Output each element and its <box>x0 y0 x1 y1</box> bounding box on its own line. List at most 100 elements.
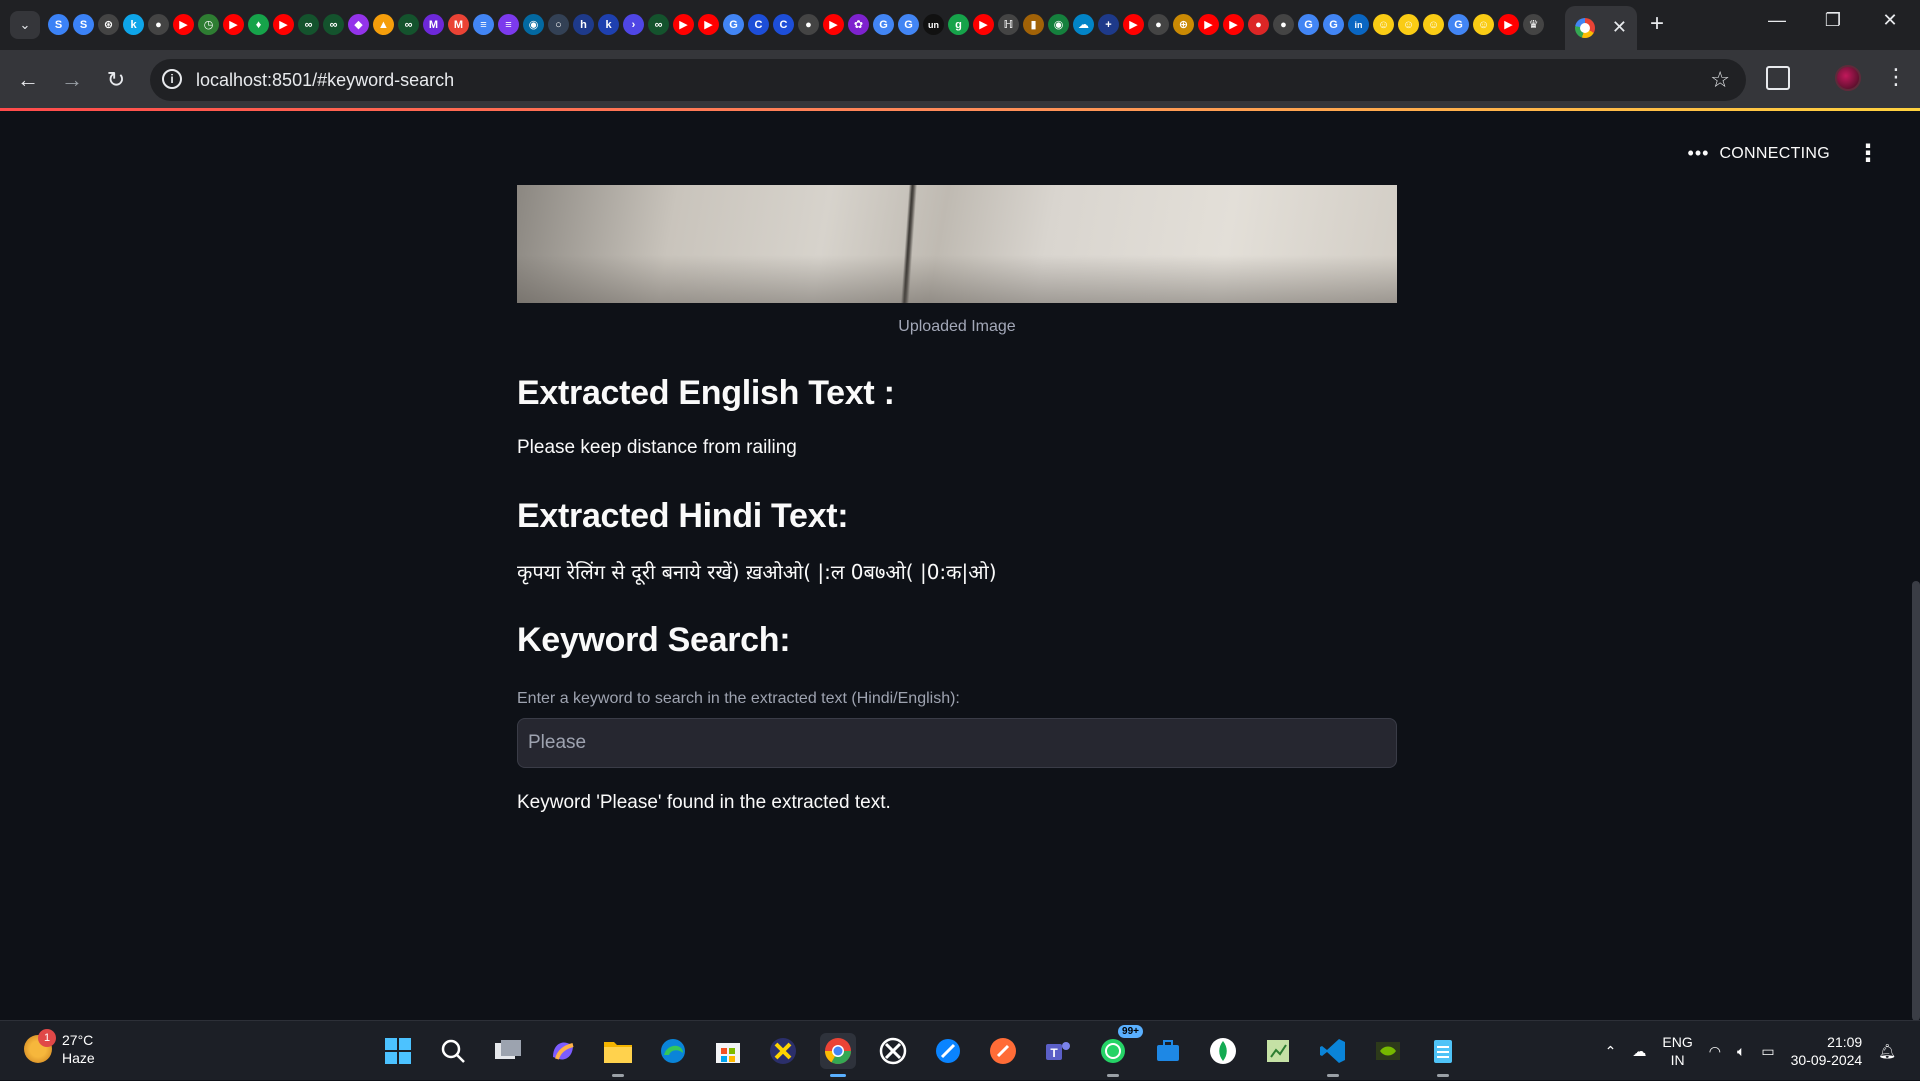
un-icon[interactable]: un <box>923 14 944 35</box>
restore-icon[interactable]: ❐ <box>1813 10 1853 31</box>
minimize-icon[interactable]: — <box>1757 10 1797 31</box>
purple-icon[interactable]: ◆ <box>348 14 369 35</box>
new-tab-button[interactable]: + <box>1650 12 1664 36</box>
task-view-icon[interactable] <box>490 1033 526 1069</box>
back-button[interactable]: ← <box>14 66 42 94</box>
youtube-icon[interactable]: ▶ <box>1498 14 1519 35</box>
windows-start-icon[interactable] <box>380 1033 416 1069</box>
app-menu-icon[interactable]: ⋮ <box>1856 139 1880 168</box>
microsoft-store-icon[interactable] <box>710 1033 746 1069</box>
battery-icon[interactable]: ▭ <box>1761 1043 1774 1060</box>
keyword-input[interactable] <box>517 718 1397 768</box>
github-icon[interactable]: ● <box>1273 14 1294 35</box>
input-language[interactable]: ENG IN <box>1662 1033 1692 1069</box>
safari-compass-icon[interactable] <box>930 1033 966 1069</box>
github-icon[interactable]: ● <box>1148 14 1169 35</box>
edge-icon[interactable] <box>655 1033 691 1069</box>
close-tab-icon[interactable]: ✕ <box>1612 16 1627 38</box>
active-tab[interactable]: ✕ <box>1565 6 1637 50</box>
google-icon[interactable]: G <box>723 14 744 35</box>
circle-icon[interactable]: ○ <box>548 14 569 35</box>
m-icon[interactable]: M <box>423 14 444 35</box>
weather-widget[interactable]: 1 27°C Haze <box>24 1029 95 1067</box>
hugging-face-icon[interactable]: ☺ <box>1473 14 1494 35</box>
xbox-icon[interactable] <box>875 1033 911 1069</box>
chart-icon[interactable]: ▮ <box>1023 14 1044 35</box>
k-icon[interactable]: k <box>123 14 144 35</box>
clock-icon[interactable]: ◷ <box>198 14 219 35</box>
show-hidden-icons-chevron-icon[interactable]: ⌃ <box>1605 1043 1617 1060</box>
search-icon[interactable] <box>435 1033 471 1069</box>
forms-icon[interactable]: ≡ <box>498 14 519 35</box>
reload-button[interactable]: ↻ <box>102 66 130 94</box>
infinity-icon[interactable]: ∞ <box>298 14 319 35</box>
teams-icon[interactable]: T <box>1040 1033 1076 1069</box>
infinity-icon[interactable]: ∞ <box>398 14 419 35</box>
github-icon[interactable]: ● <box>148 14 169 35</box>
google-icon[interactable]: G <box>898 14 919 35</box>
drive-icon[interactable]: ▲ <box>373 14 394 35</box>
gmail-icon[interactable]: M <box>448 14 469 35</box>
terminal-icon[interactable]: › <box>623 14 644 35</box>
extensions-icon[interactable] <box>1766 66 1790 90</box>
circle-icon[interactable]: ◉ <box>523 14 544 35</box>
chrome-taskbar-icon[interactable] <box>820 1033 856 1077</box>
h-icon[interactable]: ℍ <box>998 14 1019 35</box>
infinity-icon[interactable]: ∞ <box>323 14 344 35</box>
k-icon[interactable]: k <box>598 14 619 35</box>
openai-icon[interactable]: ⊛ <box>98 14 119 35</box>
h-icon[interactable]: h <box>573 14 594 35</box>
file-explorer-icon[interactable] <box>600 1033 636 1077</box>
page-scrollbar[interactable] <box>1912 581 1920 1020</box>
youtube-icon[interactable]: ▶ <box>698 14 719 35</box>
google-icon[interactable]: G <box>1448 14 1469 35</box>
red-icon[interactable]: ● <box>1248 14 1269 35</box>
spreadsheet-icon[interactable] <box>1260 1033 1296 1069</box>
address-bar[interactable]: i localhost:8501/#keyword-search ☆ <box>150 59 1746 101</box>
briefcase-icon[interactable] <box>1150 1033 1186 1069</box>
paw-icon[interactable]: ✿ <box>848 14 869 35</box>
github-icon[interactable]: ● <box>798 14 819 35</box>
nvidia-icon[interactable] <box>1370 1033 1406 1069</box>
s-icon[interactable]: S <box>48 14 69 35</box>
green-icon[interactable]: ◉ <box>1048 14 1069 35</box>
g-icon[interactable]: g <box>948 14 969 35</box>
linkedin-icon[interactable]: in <box>1348 14 1369 35</box>
google-icon[interactable]: G <box>1323 14 1344 35</box>
crown-icon[interactable]: ♛ <box>1523 14 1544 35</box>
chrome-menu-icon[interactable]: ⋮ <box>1885 64 1907 90</box>
vscode-icon[interactable] <box>1315 1033 1351 1077</box>
hugging-face-icon[interactable]: ☺ <box>1398 14 1419 35</box>
volume-icon[interactable]: 🔈︎ <box>1737 1043 1745 1060</box>
google-icon[interactable]: G <box>873 14 894 35</box>
youtube-icon[interactable]: ▶ <box>973 14 994 35</box>
leaf-icon[interactable]: ♦ <box>248 14 269 35</box>
globe-icon[interactable]: ⊕ <box>1173 14 1194 35</box>
crossed-tools-icon[interactable] <box>765 1033 801 1069</box>
tab-search-button[interactable]: ⌄ <box>10 11 40 39</box>
google-icon[interactable]: G <box>1298 14 1319 35</box>
hugging-face-icon[interactable]: ☺ <box>1423 14 1444 35</box>
whatsapp-icon[interactable]: 99+ <box>1095 1025 1143 1077</box>
youtube-icon[interactable]: ▶ <box>223 14 244 35</box>
notepad-icon[interactable] <box>1425 1033 1461 1077</box>
c-icon[interactable]: C <box>748 14 769 35</box>
youtube-icon[interactable]: ▶ <box>1198 14 1219 35</box>
infinity-icon[interactable]: ∞ <box>648 14 669 35</box>
youtube-icon[interactable]: ▶ <box>1223 14 1244 35</box>
profile-avatar[interactable] <box>1835 65 1861 91</box>
forward-button[interactable]: → <box>58 66 86 94</box>
cloud-icon[interactable]: ☁ <box>1073 14 1094 35</box>
onedrive-cloud-icon[interactable]: ☁ <box>1632 1043 1646 1060</box>
youtube-icon[interactable]: ▶ <box>823 14 844 35</box>
s-icon[interactable]: S <box>73 14 94 35</box>
plus-icon[interactable]: + <box>1098 14 1119 35</box>
clock[interactable]: 21:09 30-09-2024 <box>1791 1033 1863 1069</box>
wifi-icon[interactable]: ◠ <box>1709 1043 1721 1060</box>
c-icon[interactable]: C <box>773 14 794 35</box>
youtube-icon[interactable]: ▶ <box>273 14 294 35</box>
youtube-icon[interactable]: ▶ <box>173 14 194 35</box>
notification-bell-icon[interactable]: 🔔︎ <box>1878 1043 1896 1060</box>
youtube-icon[interactable]: ▶ <box>673 14 694 35</box>
postman-icon[interactable] <box>985 1033 1021 1069</box>
